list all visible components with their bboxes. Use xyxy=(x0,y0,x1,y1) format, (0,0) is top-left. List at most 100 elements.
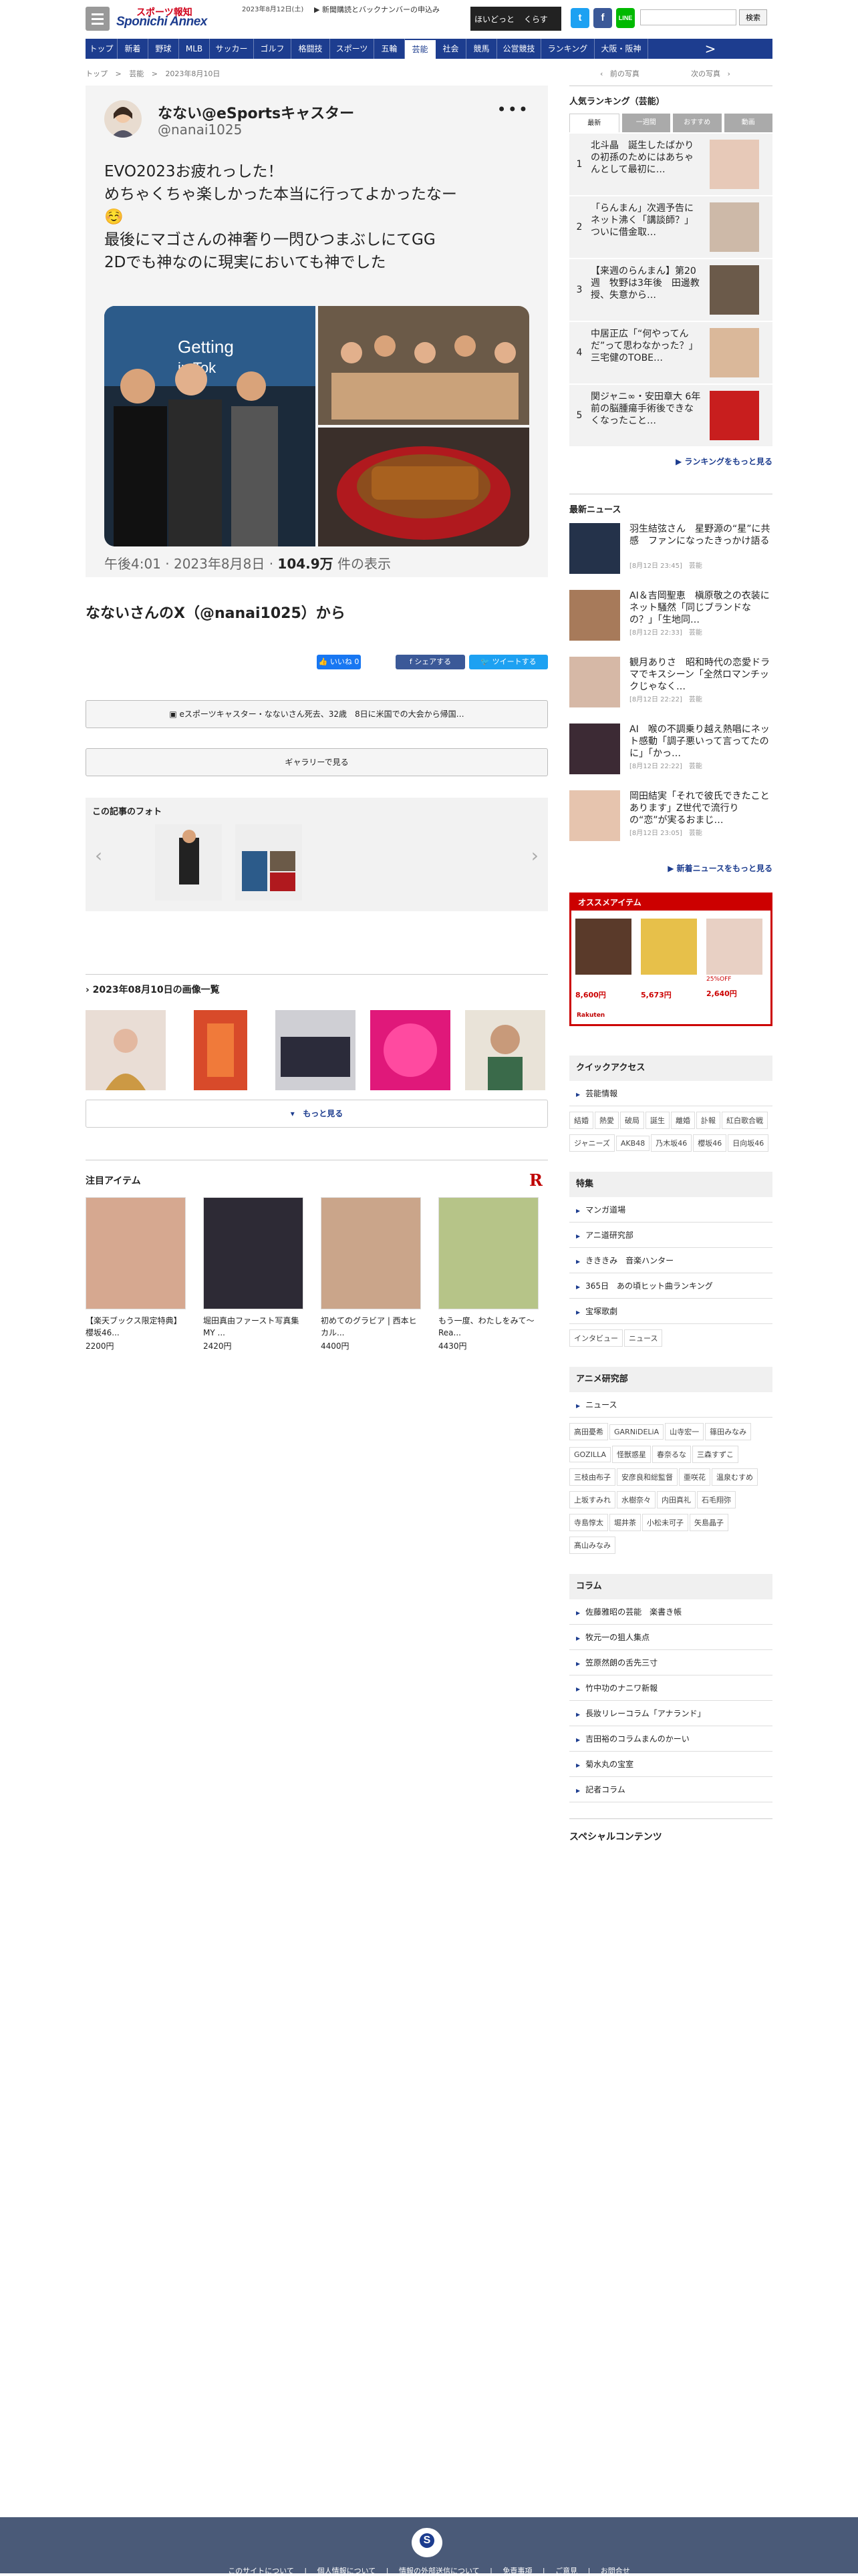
tag-link[interactable]: 櫻坂46 xyxy=(693,1134,727,1152)
news-row[interactable]: 岡田結実「それで彼氏できたことあります」Z世代で流行りの“恋”が実るおまじ… [8… xyxy=(569,790,772,853)
search-input[interactable] xyxy=(640,9,736,25)
nav-item-mlb[interactable]: MLB xyxy=(179,39,210,59)
site-logo[interactable]: スポーツ報知 Sponichi Annex xyxy=(116,5,230,32)
reco-item-image[interactable] xyxy=(575,919,631,975)
tag-link[interactable]: AKB48 xyxy=(615,1136,650,1151)
nav-item-golf[interactable]: ゴルフ xyxy=(254,39,291,59)
column-link[interactable]: 竹中功のナニワ新報 xyxy=(569,1675,772,1701)
column-link[interactable]: 笠原然朗の舌先三寸 xyxy=(569,1650,772,1675)
rank-title[interactable]: 北斗晶 誕生したばかりの初孫のためにはあちゃんとして最初に… xyxy=(589,140,702,189)
reco-item-image[interactable] xyxy=(641,919,697,975)
gallery-button[interactable]: ギャラリーで見る xyxy=(86,748,548,776)
nav-item-osaka[interactable]: 大阪・阪神 xyxy=(595,39,648,59)
next-photo-link[interactable]: 次の写真 › xyxy=(691,68,730,79)
ranking-row[interactable]: 4 中居正広「“何やってんだ”って思わなかった？」三宅健のTOBE… xyxy=(569,322,772,383)
nav-item-entertainment[interactable]: 芸能 xyxy=(405,40,436,59)
feature-link[interactable]: 365日 あの頃ヒット曲ランキング xyxy=(569,1273,772,1299)
tag-link[interactable]: 春奈るな xyxy=(652,1446,691,1463)
news-title[interactable]: 観月ありさ 昭和時代の恋愛ドラマでキスシーン「全然ロマンチックじゃなく… xyxy=(629,657,771,693)
footer-logo[interactable]: S xyxy=(412,2528,442,2557)
footer-link-privacy[interactable]: 個人情報について xyxy=(317,2567,376,2575)
tag-link[interactable]: 山寺宏一 xyxy=(665,1423,704,1440)
footer-link-feedback[interactable]: ご意見 xyxy=(555,2567,577,2575)
news-row[interactable]: AI＆吉岡聖恵 槇原敬之の衣装にネット騒然「同じブランドなの？」「生地同… [8月… xyxy=(569,590,772,653)
ranking-row[interactable]: 1 北斗晶 誕生したばかりの初孫のためにはあちゃんとして最初に… xyxy=(569,134,772,195)
reco-item-image[interactable] xyxy=(706,919,762,975)
breadcrumb-entertainment[interactable]: 芸能 xyxy=(129,69,144,78)
tag-link[interactable]: GOZILLA xyxy=(569,1447,611,1462)
item-image[interactable] xyxy=(438,1197,539,1309)
more-images-button[interactable]: ▾ もっと見る xyxy=(86,1100,548,1128)
tag-link[interactable]: 亜咲花 xyxy=(679,1468,710,1486)
tag-link[interactable]: GARNiDELiA xyxy=(609,1424,664,1440)
column-link[interactable]: 菊水丸の宝室 xyxy=(569,1752,772,1777)
more-options-icon[interactable]: ••• xyxy=(497,100,529,119)
nav-item-baseball[interactable]: 野球 xyxy=(148,39,179,59)
photo-thumbnail[interactable] xyxy=(235,824,302,901)
tag-link[interactable]: 石毛翔弥 xyxy=(697,1491,736,1508)
breadcrumb-top[interactable]: トップ xyxy=(86,69,108,78)
footer-link-external[interactable]: 情報の外部送信について xyxy=(399,2567,480,2575)
tag-link[interactable]: 小松未可子 xyxy=(642,1514,688,1531)
tweet-author-handle[interactable]: @nanai1025 xyxy=(158,122,242,138)
news-image[interactable] xyxy=(569,790,620,841)
tag-link[interactable]: 三森すずこ xyxy=(692,1446,738,1463)
day-image-thumbnail[interactable] xyxy=(465,1010,545,1090)
anime-news-link[interactable]: ニュース xyxy=(569,1392,772,1418)
news-title[interactable]: 羽生結弦さん 星野源の“星”に共感 ファンになったきっかけ語る xyxy=(629,523,771,559)
ranking-more-link[interactable]: ▶ ランキングをもっと見る xyxy=(569,456,772,467)
tag-link[interactable]: 寺島惇太 xyxy=(569,1514,608,1531)
tag-link[interactable]: 熱愛 xyxy=(595,1112,619,1129)
tag-link[interactable]: 誕生 xyxy=(646,1112,670,1129)
tweet-time[interactable]: 午後4:01 · 2023年8月8日 · xyxy=(104,556,277,572)
tag-link[interactable]: 訃報 xyxy=(696,1112,720,1129)
column-link[interactable]: 吉田裕のコラムまんのかーい xyxy=(569,1726,772,1752)
prev-photo-link[interactable]: ‹ 前の写真 xyxy=(600,68,639,79)
tab-video[interactable]: 動画 xyxy=(724,114,772,132)
news-row[interactable]: 観月ありさ 昭和時代の恋愛ドラマでキスシーン「全然ロマンチックじゃなく… [8月1… xyxy=(569,657,772,719)
featured-item[interactable]: 初めてのグラビア | 西本ヒカル... 4400円 xyxy=(321,1197,421,1351)
rank-title[interactable]: 【来週のらんまん】第20週 牧野は3年後 田邊教授、失意から… xyxy=(589,265,702,315)
tag-link[interactable]: 日向坂46 xyxy=(728,1134,769,1152)
nav-item-public-racing[interactable]: 公営競技 xyxy=(497,39,541,59)
like-button[interactable]: 👍 いいね 0 xyxy=(317,655,361,669)
featured-item[interactable]: 堀田真由ファースト写真集 MY ... 2420円 xyxy=(203,1197,303,1351)
news-title[interactable]: AI＆吉岡聖恵 槇原敬之の衣装にネット騒然「同じブランドなの？」「生地同… xyxy=(629,590,771,626)
item-image[interactable] xyxy=(203,1197,303,1309)
twitter-icon[interactable]: t xyxy=(571,8,589,28)
ranking-row[interactable]: 5 関ジャニ∞・安田章大 6年前の脳腫瘍手術後できなくなったこと… xyxy=(569,385,772,446)
news-image[interactable] xyxy=(569,590,620,641)
facebook-icon[interactable]: f xyxy=(593,8,612,28)
tab-recommended[interactable]: おすすめ xyxy=(673,114,722,132)
tag-link[interactable]: 堀井茶 xyxy=(609,1514,641,1531)
column-link[interactable]: 長妝リレーコラム「アナランド」 xyxy=(569,1701,772,1726)
nav-item-olympics[interactable]: 五輪 xyxy=(374,39,405,59)
column-link[interactable]: 佐藤雅昭の芸能 楽書き帳 xyxy=(569,1599,772,1625)
nav-item-ranking[interactable]: ランキング xyxy=(541,39,595,59)
footer-link-disclaimer[interactable]: 免責事項 xyxy=(503,2567,532,2575)
tag-link[interactable]: ニュース xyxy=(624,1329,663,1347)
latest-news-more-link[interactable]: ▶ 新着ニュースをもっと見る xyxy=(569,862,772,874)
item-title[interactable]: 【楽天ブックス限定特典】櫻坂46... xyxy=(86,1315,186,1339)
news-image[interactable] xyxy=(569,657,620,707)
day-image-thumbnail[interactable] xyxy=(180,1010,261,1090)
facebook-share-button[interactable]: f シェアする xyxy=(396,655,465,669)
nav-item-horse-racing[interactable]: 競馬 xyxy=(466,39,497,59)
tag-link[interactable]: 矢島晶子 xyxy=(690,1514,728,1531)
tab-latest[interactable]: 最新 xyxy=(569,114,619,132)
tag-link[interactable]: 高田憂希 xyxy=(569,1423,608,1440)
nav-item-new[interactable]: 新着 xyxy=(118,39,148,59)
column-link[interactable]: 牧元一の狙人集点 xyxy=(569,1625,772,1650)
ranking-row[interactable]: 2 「らんまん」次週予告にネット沸く「講談師？」ついに借金取… xyxy=(569,196,772,258)
avatar[interactable] xyxy=(104,100,142,138)
rank-title[interactable]: 「らんまん」次週予告にネット沸く「講談師？」ついに借金取… xyxy=(589,202,702,252)
search-button[interactable]: 検索 xyxy=(739,9,767,25)
item-title[interactable]: もう一度、わたしをみて〜Rea... xyxy=(438,1315,539,1339)
rank-image[interactable] xyxy=(710,328,759,377)
item-image[interactable] xyxy=(321,1197,421,1309)
tag-link[interactable]: 三枝由布子 xyxy=(569,1468,615,1486)
tweet-author-name[interactable]: なない@eSportsキャスター xyxy=(158,102,354,123)
item-image[interactable] xyxy=(86,1197,186,1309)
menu-button[interactable] xyxy=(86,7,110,31)
ranking-row[interactable]: 3 【来週のらんまん】第20週 牧野は3年後 田邊教授、失意から… xyxy=(569,259,772,321)
